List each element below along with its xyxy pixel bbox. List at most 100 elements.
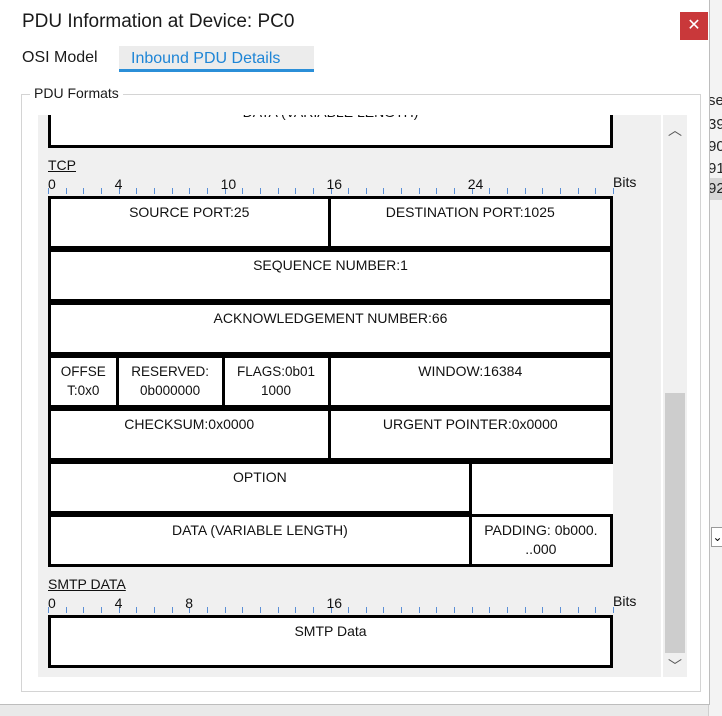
background-text: 39 [708,116,722,133]
ruler-tick [365,607,367,613]
ruler-tick [100,188,102,194]
ruler-tick [83,607,85,613]
tcp-field-cell: CHECKSUM:0x0000 [48,408,331,461]
ruler-tick [542,607,544,613]
ruler-tick [171,607,173,613]
ruler-tick [312,607,314,613]
ruler-tick [277,607,279,613]
ruler-label: 10 [220,176,237,192]
ruler-tick [524,188,526,194]
ruler-tick [83,188,85,194]
ruler-tick [136,607,138,613]
smtp-data-cell: SMTP Data [48,615,613,668]
ruler-tick [259,188,261,194]
tcp-field-cell: FLAGS:0b01 1000 [224,355,331,408]
ruler-tick [560,607,562,613]
ruler-tick [436,607,438,613]
ruler-label: 0 [48,595,56,611]
ruler-tick [295,607,297,613]
ruler-tick [542,188,544,194]
ruler-tick [206,607,208,613]
bits-label: Bits [613,593,637,609]
background-text: 92 [708,180,722,197]
ruler-tick [507,188,509,194]
ruler-tick [65,607,67,613]
ruler-tick [560,188,562,194]
ruler-tick [401,607,403,613]
active-tab-indicator [119,69,314,72]
tcp-field-cell: SEQUENCE NUMBER:1 [48,249,613,302]
ruler-tick [418,188,420,194]
ruler-tick [383,188,385,194]
background-text: se [708,92,722,109]
ruler-label: 16 [326,595,343,611]
vertical-scrollbar[interactable]: ︿ ﹀ [663,115,687,677]
ruler-tick [577,607,579,613]
ruler-tick [489,607,491,613]
ruler-tick [312,188,314,194]
background-text: 91 [708,160,722,177]
tcp-field-cell: SOURCE PORT:25 [48,196,331,249]
bit-ruler: 0 4 8 16 [48,595,614,613]
ruler-tick [100,607,102,613]
ruler-tick [418,607,420,613]
ruler-tick [365,188,367,194]
ruler-tick [454,607,456,613]
dialog-title: PDU Information at Device: PC0 [22,11,295,32]
ruler-label: 8 [185,595,194,611]
tcp-field-cell: DESTINATION PORT:1025 [330,196,613,249]
bit-ruler: 0 4 10 16 24 [48,176,614,194]
ruler-label: 0 [48,176,56,192]
ruler-tick [65,188,67,194]
ruler-tick [153,607,155,613]
tcp-field-cell: WINDOW:16384 [330,355,613,408]
ruler-tick [454,188,456,194]
close-button[interactable]: ✕ [680,12,708,40]
tab-osi-model[interactable]: OSI Model [22,49,98,73]
ruler-tick [383,607,385,613]
chevron-down-icon[interactable]: ⌄ [711,527,722,547]
ruler-label: 4 [114,595,123,611]
ruler-tick [595,188,597,194]
ruler-tick [242,607,244,613]
chevron-down-icon[interactable]: ﹀ [663,655,687,677]
ruler-tick [136,188,138,194]
tcp-field-cell: OFFSE T:0x0 [48,355,119,408]
tcp-field-cell: URGENT POINTER:0x0000 [330,408,613,461]
ruler-tick [259,607,261,613]
tcp-field-cell: OPTION [48,461,472,514]
tcp-field-cell: PADDING: 0b000. ..000 [471,514,613,567]
ruler-tick [277,188,279,194]
ruler-tick [524,607,526,613]
pdu-info-dialog: PDU Information at Device: PC0 ✕ OSI Mod… [0,0,710,705]
ruler-tick [577,188,579,194]
ruler-tick [348,188,350,194]
background-text: 90 [708,138,722,155]
chevron-up-icon[interactable]: ︿ [663,119,687,141]
ruler-tick [471,607,473,613]
pdu-formats-label: PDU Formats [30,85,123,101]
tcp-field-cell [471,461,613,514]
pdu-formats-scroll-area[interactable]: DATA (VARIABLE LENGTH) TCP 0 4 10 16 24 Bits SOU… [38,115,661,677]
ruler-tick [595,607,597,613]
tcp-field-cell: RESERVED: 0b000000 [118,355,225,408]
ruler-tick [401,188,403,194]
ruler-label: 4 [114,176,123,192]
tcp-section-title: TCP [48,157,76,173]
ruler-tick [507,607,509,613]
ruler-label: 16 [326,176,343,192]
tcp-field-cell: DATA (VARIABLE LENGTH) [48,514,472,567]
scrollbar-thumb[interactable] [665,393,685,653]
close-icon: ✕ [687,17,701,34]
smtp-section-title: SMTP DATA [48,576,126,592]
ruler-tick [436,188,438,194]
ruler-tick [153,188,155,194]
ruler-tick [348,607,350,613]
ruler-tick [224,607,226,613]
ruler-tick [242,188,244,194]
ruler-tick [489,188,491,194]
ruler-tick [295,188,297,194]
bits-label: Bits [613,174,637,190]
ruler-label: 24 [467,176,484,192]
ruler-tick [206,188,208,194]
